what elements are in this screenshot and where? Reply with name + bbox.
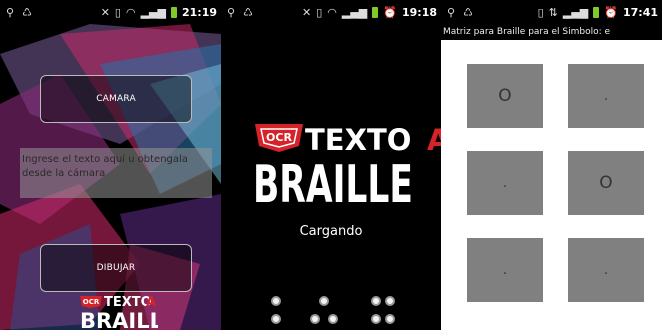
braille-dot xyxy=(310,314,320,324)
braille-dot xyxy=(371,314,381,324)
usb-icon: ⚲ xyxy=(6,6,15,19)
braille-dots-1 xyxy=(271,296,301,328)
alarm-icon: ⏰ xyxy=(604,6,618,19)
braille-cell[interactable]: . xyxy=(568,64,644,128)
braille-cell[interactable]: . xyxy=(467,151,543,215)
logo-texto: TEXTO xyxy=(305,123,411,157)
braille-dots-2 xyxy=(310,296,349,328)
braille-dots-3 xyxy=(371,296,401,328)
ocr-label: OCR xyxy=(83,298,100,306)
mute-icon: ✕ xyxy=(100,6,110,19)
usb-icon: ⚲ xyxy=(227,6,236,19)
loading-text: Cargando xyxy=(299,224,363,239)
clock: 19:18 xyxy=(401,6,437,19)
signal-icon: ▂▄▆ xyxy=(562,6,589,19)
braille-matrix: O . . O . . xyxy=(441,40,662,330)
status-bar: ⚲ ♺ ✕ ▯ ◠ ▂▄▆ 21:19 xyxy=(0,0,221,24)
logo-accent: A xyxy=(427,123,441,157)
vibrate-icon: ▯ xyxy=(114,6,121,19)
app-logo: OCR TEXTO A BRAILLE xyxy=(253,123,441,210)
logo-braille: BRAILLE xyxy=(80,309,158,330)
logo-accent: A xyxy=(146,295,156,310)
screen-braille-matrix: ⚲ ♺ ▯ ⇅ ▂▄▆ ⏰ 17:41 Matriz para Braille … xyxy=(441,0,662,330)
braille-cell[interactable]: . xyxy=(568,238,644,302)
braille-dot xyxy=(319,296,329,306)
braille-dot xyxy=(271,296,281,306)
usb-icon: ⚲ xyxy=(447,6,456,19)
clock: 17:41 xyxy=(622,6,658,19)
status-bar: ⚲ ♺ ▯ ⇅ ▂▄▆ ⏰ 17:41 xyxy=(441,0,662,24)
mute-icon: ✕ xyxy=(302,6,312,19)
braille-cell[interactable]: O xyxy=(568,151,644,215)
data-icon: ⇅ xyxy=(548,6,558,19)
ocr-label: OCR xyxy=(266,131,292,144)
app-logo-small: OCR TEXTO A BRAILLE xyxy=(80,295,158,330)
vibrate-icon: ▯ xyxy=(537,6,544,19)
battery-icon xyxy=(372,7,379,18)
braille-dot xyxy=(328,314,338,324)
wifi-icon: ◠ xyxy=(327,6,337,19)
recycle-icon: ♺ xyxy=(22,6,32,19)
braille-dot xyxy=(385,296,395,306)
battery-icon xyxy=(593,7,600,18)
status-bar: ⚲ ♺ ✕ ▯ ◠ ▂▄▆ ⏰ 19:18 xyxy=(221,0,441,24)
braille-cell[interactable]: . xyxy=(467,238,543,302)
screen-splash: ⚲ ♺ ✕ ▯ ◠ ▂▄▆ ⏰ 19:18 OCR TEXTO A BRAILL… xyxy=(221,0,441,330)
recycle-icon: ♺ xyxy=(243,6,253,19)
braille-dot xyxy=(385,314,395,324)
recycle-icon: ♺ xyxy=(463,6,473,19)
braille-cell[interactable]: O xyxy=(467,64,543,128)
braille-dot xyxy=(271,314,281,324)
logo-braille: BRAILLE xyxy=(253,155,413,210)
signal-icon: ▂▄▆ xyxy=(140,6,166,19)
wifi-icon: ◠ xyxy=(125,6,136,19)
vibrate-icon: ▯ xyxy=(316,6,323,19)
alarm-icon: ⏰ xyxy=(383,6,397,19)
signal-icon: ▂▄▆ xyxy=(341,6,368,19)
battery-icon xyxy=(170,7,177,18)
braille-dot xyxy=(371,296,381,306)
screen-input: ⚲ ♺ ✕ ▯ ◠ ▂▄▆ 21:19 CAMARA Ingrese el te… xyxy=(0,0,221,330)
matrix-title: Matriz para Braille para el Simbolo: e xyxy=(443,27,611,37)
logo-texto: TEXTO xyxy=(104,295,152,310)
camera-button[interactable]: CAMARA xyxy=(40,75,192,123)
text-input-area[interactable]: Ingrese el texto aquí u obtengala desde … xyxy=(20,148,212,198)
draw-button[interactable]: DIBUJAR xyxy=(40,244,192,292)
clock: 21:19 xyxy=(181,6,217,19)
